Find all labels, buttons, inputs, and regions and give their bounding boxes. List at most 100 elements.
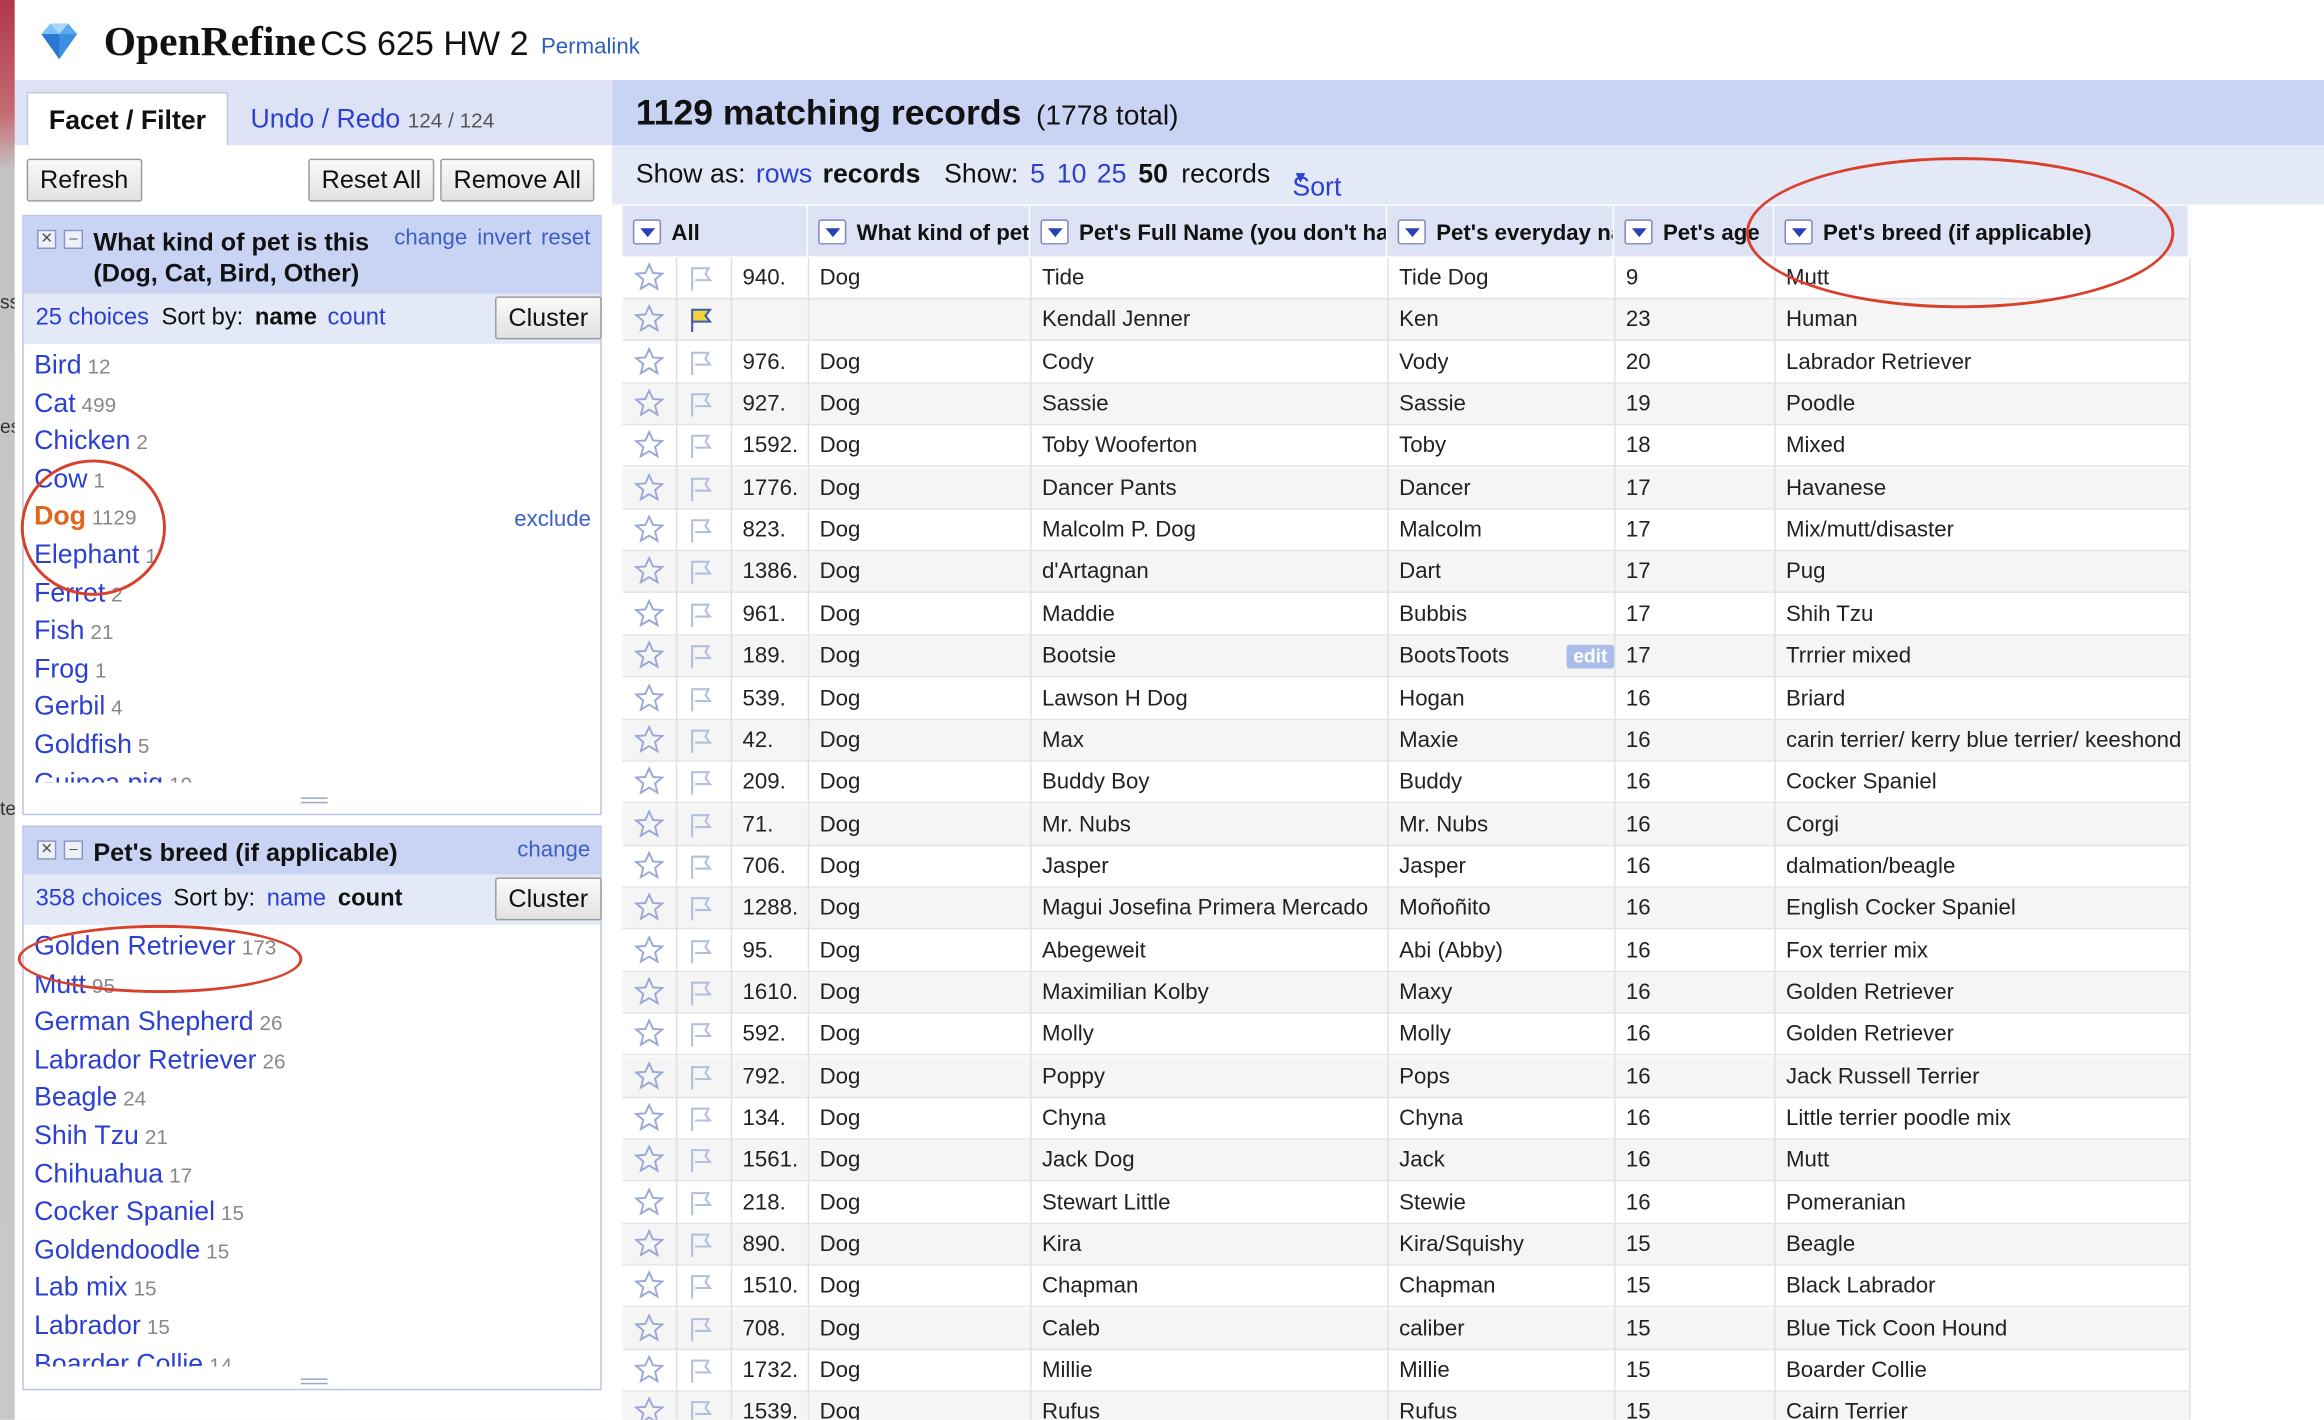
cell-breed[interactable]: Labrador Retriever	[1786, 349, 1971, 374]
cell-age[interactable]: 17	[1626, 559, 1651, 584]
facet-choice[interactable]: Cocker Spaniel 15	[34, 1196, 244, 1227]
cell-age[interactable]: 16	[1626, 896, 1651, 921]
cell-full-name[interactable]: Tide	[1042, 265, 1084, 290]
facet-reset-link[interactable]: reset	[541, 225, 590, 250]
edit-cell-button[interactable]: edit	[1566, 644, 1615, 669]
cell-everyday-name[interactable]: Ken	[1399, 307, 1439, 332]
close-facet-icon[interactable]: ✕	[37, 229, 57, 249]
cell-pet-kind[interactable]: Dog	[820, 685, 861, 710]
cell-everyday-name[interactable]: Tide Dog	[1399, 265, 1488, 290]
minimize-facet-icon[interactable]: –	[63, 229, 83, 249]
facet-choice[interactable]: Bird 12	[34, 350, 110, 381]
cell-full-name[interactable]: Buddy Boy	[1042, 770, 1150, 795]
page-size-10[interactable]: 10	[1057, 159, 1087, 190]
cell-age[interactable]: 16	[1626, 770, 1651, 795]
cell-everyday-name[interactable]: Dart	[1399, 559, 1441, 584]
cell-breed[interactable]: Mutt	[1786, 1148, 1829, 1173]
cell-everyday-name[interactable]: Malcolm	[1399, 517, 1482, 542]
cell-full-name[interactable]: Malcolm P. Dog	[1042, 517, 1196, 542]
cell-breed[interactable]: Mixed	[1786, 433, 1845, 458]
cell-full-name[interactable]: Millie	[1042, 1358, 1093, 1383]
tab-facet-filter[interactable]: Facet / Filter	[26, 91, 229, 149]
cell-pet-kind[interactable]: Dog	[820, 980, 861, 1005]
cell-pet-kind[interactable]: Dog	[820, 643, 861, 668]
cell-full-name[interactable]: Molly	[1042, 1022, 1094, 1047]
cell-age[interactable]: 20	[1626, 349, 1651, 374]
cell-everyday-name[interactable]: Hogan	[1399, 685, 1465, 710]
cell-age[interactable]: 17	[1626, 643, 1651, 668]
cell-full-name[interactable]: Kira	[1042, 1232, 1082, 1257]
cell-breed[interactable]: Human	[1786, 307, 1858, 332]
refresh-button[interactable]: Refresh	[26, 158, 142, 202]
page-size-5[interactable]: 5	[1030, 159, 1045, 190]
cell-pet-kind[interactable]: Dog	[820, 1064, 861, 1089]
cell-breed[interactable]: Shih Tzu	[1786, 601, 1873, 626]
cell-everyday-name[interactable]: Maxy	[1399, 980, 1452, 1005]
cell-age[interactable]: 16	[1626, 1148, 1651, 1173]
cell-breed[interactable]: Poodle	[1786, 391, 1855, 416]
facet-choice[interactable]: Chihuahua 17	[34, 1158, 192, 1189]
cell-pet-kind[interactable]: Dog	[820, 349, 861, 374]
column-header-pet-kind[interactable]: What kind of pet	[807, 206, 1031, 257]
cell-breed[interactable]: Havanese	[1786, 475, 1886, 500]
cell-everyday-name[interactable]: BootsToots	[1399, 643, 1509, 668]
close-facet-icon[interactable]: ✕	[37, 840, 57, 860]
cell-pet-kind[interactable]: Dog	[820, 1022, 861, 1047]
cell-age[interactable]: 19	[1626, 391, 1651, 416]
cell-full-name[interactable]: d'Artagnan	[1042, 559, 1149, 584]
cell-age[interactable]: 9	[1626, 265, 1638, 290]
cell-pet-kind[interactable]: Dog	[820, 1232, 861, 1257]
cell-breed[interactable]: English Cocker Spaniel	[1786, 896, 2016, 921]
cell-age[interactable]: 16	[1626, 1106, 1651, 1131]
cell-everyday-name[interactable]: Moñoñito	[1399, 896, 1490, 921]
cell-everyday-name[interactable]: Maxie	[1399, 727, 1458, 752]
column-menu-dropdown-icon[interactable]	[1397, 219, 1426, 245]
show-as-records-option[interactable]: records	[823, 159, 921, 190]
cluster-button[interactable]: Cluster	[495, 877, 602, 921]
column-menu-dropdown-icon[interactable]	[632, 219, 662, 245]
cell-everyday-name[interactable]: Stewie	[1399, 1190, 1466, 1215]
cell-everyday-name[interactable]: Chapman	[1399, 1274, 1495, 1299]
remove-all-button[interactable]: Remove All	[440, 158, 595, 202]
cell-age[interactable]: 16	[1626, 980, 1651, 1005]
cell-everyday-name[interactable]: Kira/Squishy	[1399, 1232, 1524, 1257]
facet-choice[interactable]: Shih Tzu 21	[34, 1120, 168, 1151]
cell-breed[interactable]: Cocker Spaniel	[1786, 770, 1937, 795]
cell-breed[interactable]: Golden Retriever	[1786, 1022, 1954, 1047]
facet-change-link[interactable]: change	[394, 225, 467, 250]
column-header-full-name[interactable]: Pet's Full Name (you don't ha	[1030, 206, 1388, 257]
cell-age[interactable]: 15	[1626, 1358, 1651, 1383]
cell-pet-kind[interactable]: Dog	[820, 1106, 861, 1131]
cell-age[interactable]: 15	[1626, 1316, 1651, 1341]
page-size-25[interactable]: 25	[1097, 159, 1127, 190]
cell-breed[interactable]: Corgi	[1786, 812, 1839, 837]
cell-age[interactable]: 15	[1626, 1400, 1651, 1420]
resize-handle[interactable]	[300, 1378, 328, 1385]
cell-everyday-name[interactable]: Buddy	[1399, 770, 1462, 795]
facet-choice[interactable]: Chicken 2	[34, 426, 148, 457]
cell-pet-kind[interactable]: Dog	[820, 1358, 861, 1383]
facet-choice[interactable]: Labrador Retriever 26	[34, 1045, 285, 1076]
cell-everyday-name[interactable]: Vody	[1399, 349, 1448, 374]
cell-pet-kind[interactable]: Dog	[820, 517, 861, 542]
facet-choice[interactable]: Boarder Collie 14	[34, 1348, 232, 1366]
cell-age[interactable]: 15	[1626, 1274, 1651, 1299]
cell-pet-kind[interactable]: Dog	[820, 601, 861, 626]
facet-choice[interactable]: Goldendoodle 15	[34, 1234, 229, 1265]
cell-full-name[interactable]: Jasper	[1042, 854, 1109, 879]
choices-count-link[interactable]: 25 choices	[36, 305, 149, 332]
cell-breed[interactable]: Mix/mutt/disaster	[1786, 517, 1954, 542]
cell-everyday-name[interactable]: Dancer	[1399, 475, 1471, 500]
cell-pet-kind[interactable]: Dog	[820, 559, 861, 584]
reset-all-button[interactable]: Reset All	[308, 158, 435, 202]
cell-pet-kind[interactable]: Dog	[820, 1400, 861, 1420]
cell-pet-kind[interactable]: Dog	[820, 812, 861, 837]
facet-choice[interactable]: Frog 1	[34, 653, 106, 684]
tab-undo-redo[interactable]: Undo / Redo 124 / 124	[230, 92, 515, 148]
cell-full-name[interactable]: Magui Josefina Primera Mercado	[1042, 896, 1368, 921]
cell-pet-kind[interactable]: Dog	[820, 433, 861, 458]
cell-age[interactable]: 16	[1626, 812, 1651, 837]
cell-everyday-name[interactable]: Abi (Abby)	[1399, 938, 1503, 963]
project-name[interactable]: CS 625 HW 2	[320, 24, 528, 64]
cell-breed[interactable]: Briard	[1786, 685, 1845, 710]
